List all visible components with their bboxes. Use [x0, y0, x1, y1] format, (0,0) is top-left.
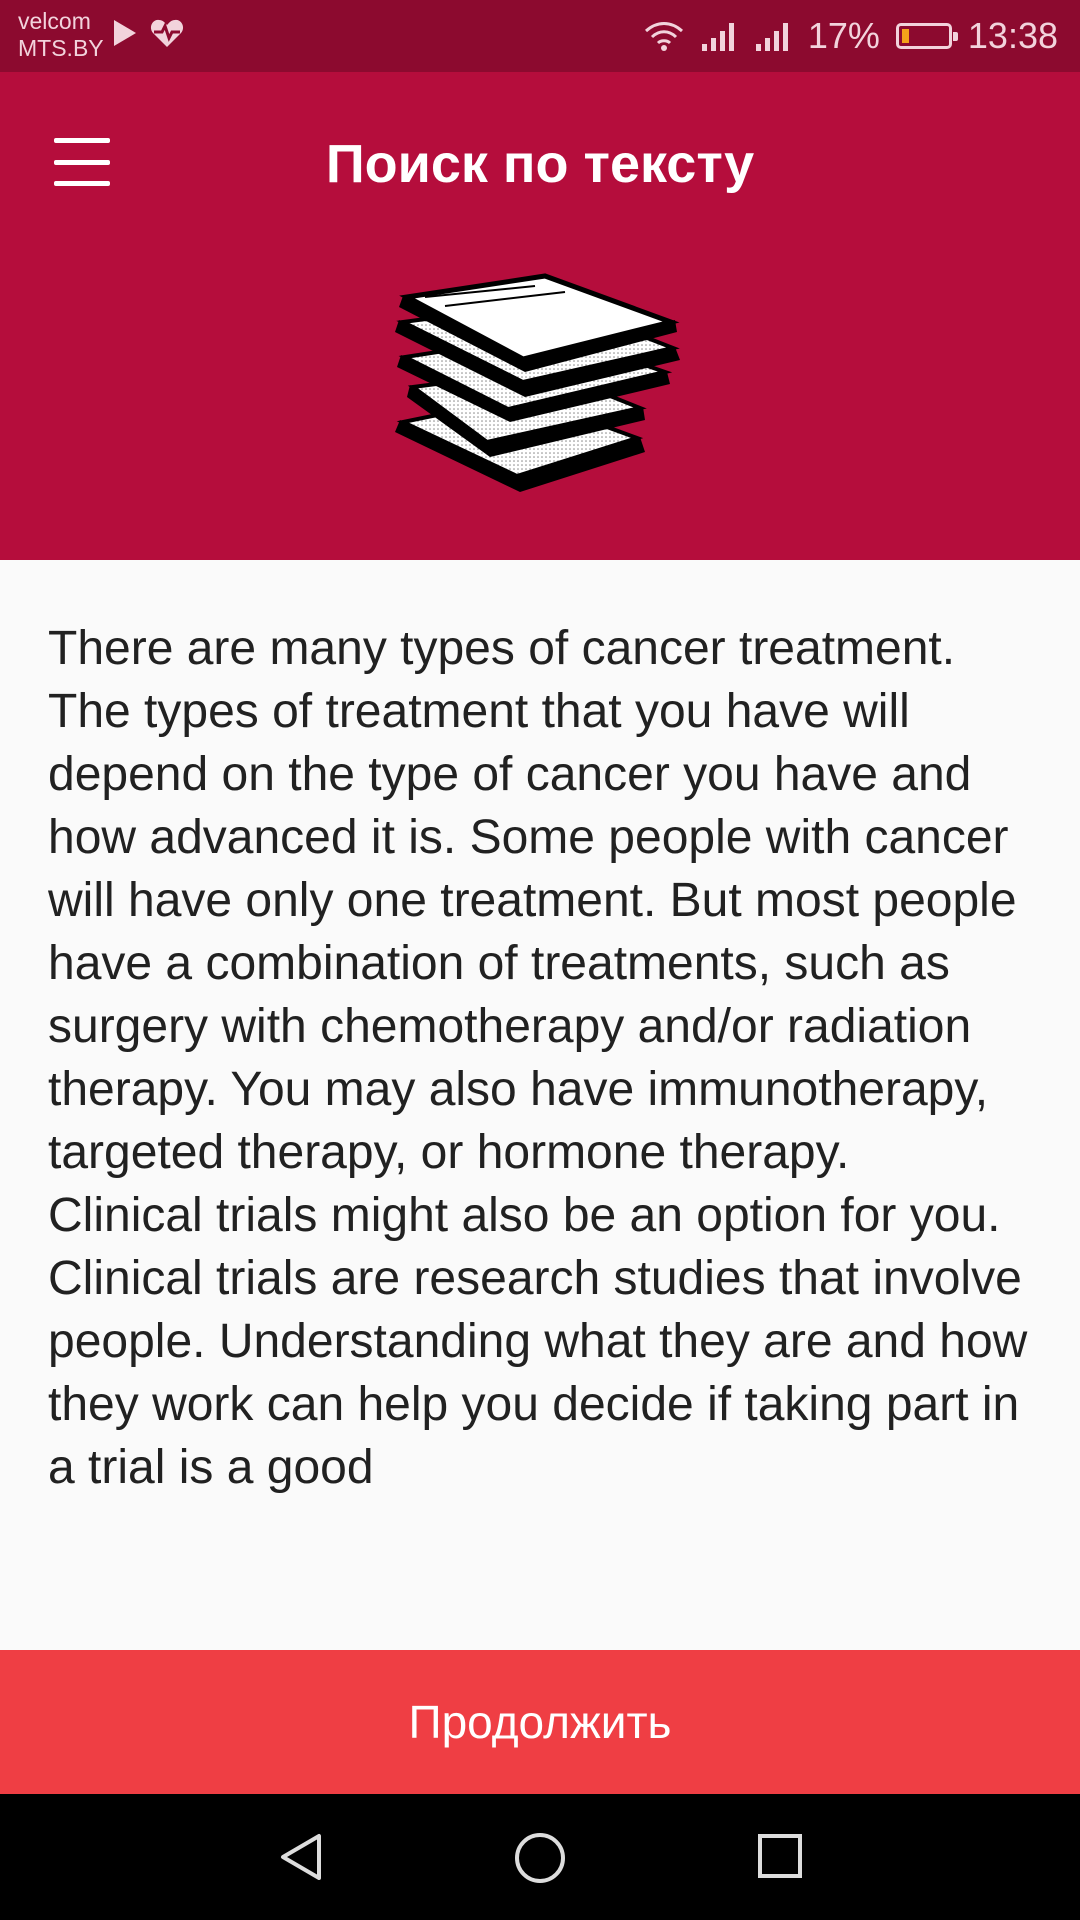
article-text: There are many types of cancer treatment… [48, 617, 1038, 1602]
carrier-primary: velcom [18, 8, 91, 34]
battery-level [901, 29, 909, 43]
status-bar: velcom MTS.BY 17% 13:38 [0, 0, 1080, 72]
app-header: Поиск по тексту [0, 72, 1080, 560]
heart-monitor-icon [150, 19, 184, 47]
continue-button[interactable]: Продолжить [0, 1650, 1080, 1794]
stack-of-books-icon [395, 273, 680, 492]
battery-icon [895, 23, 958, 49]
article-paragraph: There are many types of cancer treatment… [48, 622, 1017, 1179]
back-triangle-icon[interactable] [277, 1832, 327, 1882]
battery-percent: 17% [807, 15, 880, 56]
carrier-info: velcom MTS.BY [18, 8, 104, 62]
recents-square-icon[interactable] [756, 1832, 804, 1880]
signal-icon-secondary [755, 23, 788, 51]
carrier-secondary: MTS.BY [18, 35, 104, 61]
notification-icons [112, 18, 184, 48]
article-paragraph: Clinical trials might also be an option … [48, 1189, 1028, 1494]
wifi-icon [644, 22, 683, 51]
home-circle-icon[interactable] [514, 1832, 566, 1884]
play-icon [114, 20, 136, 46]
system-status: 17% 13:38 [644, 12, 1058, 60]
page-title: Поиск по тексту [325, 134, 755, 194]
clock: 13:38 [967, 15, 1058, 56]
navigation-bar [0, 1794, 1080, 1920]
signal-icon [701, 23, 734, 51]
